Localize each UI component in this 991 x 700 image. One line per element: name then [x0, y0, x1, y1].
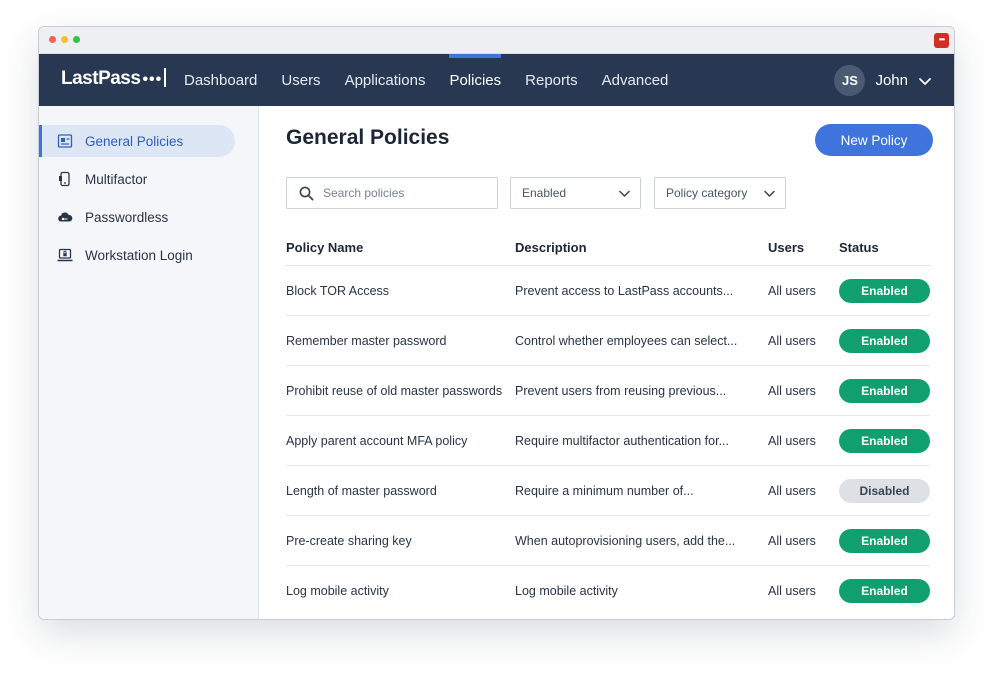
policy-users: All users — [768, 283, 816, 298]
minimize-window-button[interactable] — [61, 36, 68, 43]
cloud-key-icon — [58, 212, 73, 222]
category-filter-value: Policy category — [666, 186, 748, 200]
user-menu[interactable]: JS John — [834, 65, 932, 96]
status-badge: Disabled — [839, 478, 930, 503]
search-input[interactable] — [323, 178, 493, 208]
sidebar-item-workstation-login[interactable]: Workstation Login — [39, 239, 258, 271]
avatar: JS — [834, 65, 866, 96]
logo-dots: ••• — [142, 71, 163, 88]
nav-users[interactable]: Users — [281, 54, 320, 106]
sidebar-item-passwordless[interactable]: Passwordless — [39, 201, 258, 233]
status-filter-value: Enabled — [522, 186, 567, 200]
status-badge: Enabled — [839, 378, 930, 403]
main-nav: Dashboard Users Applications Policies Re… — [184, 54, 692, 106]
policy-description: Log mobile activity — [515, 584, 618, 598]
nav-dashboard[interactable]: Dashboard — [184, 54, 257, 106]
policy-name[interactable]: Pre-create sharing key — [286, 534, 515, 548]
status-badge: Enabled — [839, 528, 930, 553]
table-row[interactable]: Apply parent account MFA policy Require … — [286, 416, 930, 466]
table-row[interactable]: Pre-create sharing key When autoprovisio… — [286, 516, 930, 566]
column-header-policy-name[interactable]: Policy Name — [286, 240, 515, 255]
status-badge: Enabled — [839, 278, 930, 303]
policy-name[interactable]: Remember master password — [286, 334, 515, 348]
maximize-window-button[interactable] — [73, 36, 80, 43]
policy-description: Control whether employees can select... — [515, 333, 738, 348]
sidebar: General Policies Multifactor Passwordles… — [39, 106, 259, 619]
nav-applications[interactable]: Applications — [345, 54, 426, 106]
lastpass-extension-icon[interactable]: ••• — [934, 33, 949, 48]
chevron-down-icon — [919, 77, 931, 85]
status-badge: Enabled — [839, 328, 930, 353]
main-content: General Policies New Policy Enabled Poli… — [260, 106, 954, 619]
search-box[interactable] — [286, 177, 498, 209]
table-header: Policy Name Description Users Status — [286, 229, 930, 266]
policy-icon — [57, 134, 73, 148]
page-title: General Policies — [286, 126, 450, 149]
policy-name[interactable]: Apply parent account MFA policy — [286, 434, 515, 448]
policy-name[interactable]: Block TOR Access — [286, 284, 515, 298]
status-filter-select[interactable]: Enabled — [510, 177, 641, 209]
policy-users: All users — [768, 483, 816, 498]
nav-reports[interactable]: Reports — [525, 54, 578, 106]
chevron-down-icon — [619, 190, 630, 197]
policy-users: All users — [768, 433, 816, 448]
policy-description: Require a minimum number of... — [515, 483, 694, 498]
column-header-description[interactable]: Description — [515, 240, 768, 255]
new-policy-button[interactable]: New Policy — [815, 124, 933, 156]
nav-advanced[interactable]: Advanced — [602, 54, 669, 106]
search-icon — [299, 186, 314, 201]
browser-window: ••• LastPass ••• Dashboard Users Applicat… — [38, 26, 955, 620]
table-row[interactable]: Prohibit reuse of old master passwords P… — [286, 366, 930, 416]
policy-description: Prevent access to LastPass accounts... — [515, 283, 734, 298]
status-badge: Enabled — [839, 579, 930, 603]
table-row[interactable]: Remember master password Control whether… — [286, 316, 930, 366]
sidebar-item-label: Multifactor — [85, 171, 148, 187]
policy-description: Prevent users from reusing previous... — [515, 383, 727, 398]
phone-icon — [59, 171, 70, 187]
sidebar-item-label: Workstation Login — [85, 247, 193, 263]
close-window-button[interactable] — [49, 36, 56, 43]
sidebar-item-label: Passwordless — [85, 209, 169, 225]
status-badge: Enabled — [839, 428, 930, 453]
user-name: John — [875, 72, 908, 89]
logo-text: LastPass — [61, 68, 141, 89]
chevron-down-icon — [764, 190, 775, 197]
policy-users: All users — [768, 533, 816, 548]
sidebar-item-general-policies[interactable]: General Policies — [39, 125, 235, 157]
sidebar-item-multifactor[interactable]: Multifactor — [39, 163, 258, 195]
policy-users: All users — [768, 584, 816, 598]
policy-description: When autoprovisioning users, add the... — [515, 533, 736, 548]
sidebar-item-label: General Policies — [85, 133, 184, 149]
policy-users: All users — [768, 333, 816, 348]
policy-name[interactable]: Log mobile activity — [286, 584, 515, 598]
lastpass-logo[interactable]: LastPass ••• — [61, 68, 167, 90]
table-row[interactable]: Length of master password Require a mini… — [286, 466, 930, 516]
policy-users: All users — [768, 383, 816, 398]
laptop-lock-icon — [57, 248, 73, 262]
policy-name[interactable]: Prohibit reuse of old master passwords — [286, 384, 515, 398]
category-filter-select[interactable]: Policy category — [654, 177, 786, 209]
top-navbar: LastPass ••• Dashboard Users Applications… — [39, 54, 954, 106]
column-header-users[interactable]: Users — [768, 240, 839, 255]
policy-description: Require multifactor authentication for..… — [515, 433, 730, 448]
window-titlebar: ••• — [39, 27, 954, 54]
logo-bar — [164, 68, 167, 87]
policies-table: Policy Name Description Users Status Blo… — [286, 229, 930, 616]
policy-name[interactable]: Length of master password — [286, 484, 515, 498]
column-header-status[interactable]: Status — [839, 240, 930, 255]
nav-policies[interactable]: Policies — [449, 54, 501, 106]
table-row[interactable]: Log mobile activity Log mobile activity … — [286, 566, 930, 616]
table-row[interactable]: Block TOR Access Prevent access to LastP… — [286, 266, 930, 316]
